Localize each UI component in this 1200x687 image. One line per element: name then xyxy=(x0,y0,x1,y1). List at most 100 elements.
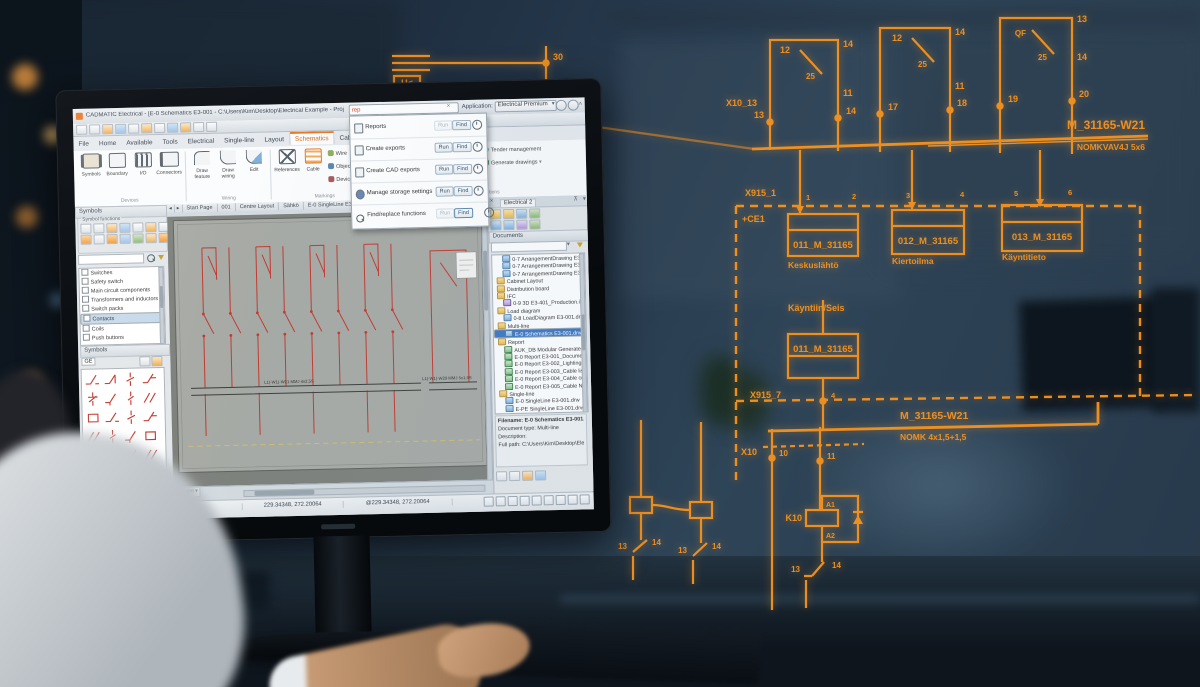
run-button[interactable]: Run xyxy=(436,186,454,196)
filter-funnel-icon[interactable] xyxy=(577,242,583,247)
ribbon-button-cable[interactable]: Cable xyxy=(300,148,327,189)
doc-toolbar-icon[interactable] xyxy=(516,220,527,230)
find-button[interactable]: Find xyxy=(452,120,471,130)
doc-tab-001[interactable]: 001 xyxy=(217,203,235,212)
tab-electrical[interactable]: Electrical xyxy=(183,136,220,148)
doc-tab-start-page[interactable]: Start Page xyxy=(182,204,217,213)
symbol-func-icon[interactable] xyxy=(81,235,92,245)
checkbox-icon[interactable] xyxy=(83,334,90,341)
symbol-search-input[interactable] xyxy=(78,253,144,264)
status-check-icon[interactable] xyxy=(580,494,590,504)
symbol-func-icon[interactable] xyxy=(106,223,117,233)
symbol-func-icon[interactable] xyxy=(132,222,143,232)
doc-toolbar-icon[interactable] xyxy=(516,209,527,219)
chevron-down-icon[interactable]: ▾ xyxy=(567,242,570,249)
history-clock-icon[interactable] xyxy=(472,120,482,130)
find-button[interactable]: Find xyxy=(453,164,472,174)
props-toolbar-icon[interactable] xyxy=(509,471,520,481)
doc-tab-sahko[interactable]: Sähkö xyxy=(279,202,304,211)
settings-button[interactable] xyxy=(568,99,579,110)
ribbon-button-wire[interactable]: Wire xyxy=(328,150,348,160)
symbol-func-icon[interactable] xyxy=(107,234,118,244)
symbol-func-icon[interactable] xyxy=(94,234,105,244)
symbol-func-icon[interactable] xyxy=(80,224,91,234)
tab-schematics[interactable]: Schematics xyxy=(289,131,335,146)
filter-funnel-icon[interactable] xyxy=(158,255,164,260)
checkbox-icon[interactable] xyxy=(82,278,89,285)
ribbon-button-boundary[interactable]: Boundary xyxy=(104,153,131,194)
search-icon[interactable] xyxy=(147,254,155,262)
drawing-canvas[interactable]: L1(-W1)-W21 MMJ 4x2,5S L1(-W1)-W29 MMJ 5… xyxy=(167,210,493,487)
history-clock-icon[interactable] xyxy=(473,142,483,152)
tab-layout[interactable]: Layout xyxy=(259,134,289,146)
props-toolbar-icon[interactable] xyxy=(535,470,546,480)
doc-toolbar-icon[interactable] xyxy=(529,219,540,229)
qat-filter-icon[interactable] xyxy=(206,122,217,132)
list-item[interactable]: Push buttons xyxy=(81,332,165,343)
props-toolbar-icon[interactable] xyxy=(522,471,533,481)
qat-open-icon[interactable] xyxy=(89,124,100,134)
status-target-icon[interactable] xyxy=(568,495,578,505)
qat-pan-icon[interactable] xyxy=(167,123,178,133)
doc-toolbar-icon[interactable] xyxy=(503,220,514,230)
ribbon-button-io[interactable]: I/O xyxy=(130,152,157,193)
qat-print-icon[interactable] xyxy=(141,123,152,133)
panel-tab-electrical-2[interactable]: Electrical 2 xyxy=(500,198,537,206)
checkbox-icon[interactable] xyxy=(82,287,89,294)
popup-item[interactable]: Find/replace functions Run Find xyxy=(352,202,488,227)
tab-available[interactable]: Available xyxy=(121,137,158,149)
ribbon-button-references[interactable]: References xyxy=(274,149,301,190)
chevron-down-icon[interactable]: ▾ xyxy=(583,196,586,203)
tab-scroll-right[interactable]: ▸ xyxy=(175,204,183,212)
checkbox-icon[interactable] xyxy=(82,296,89,303)
tab-tools[interactable]: Tools xyxy=(157,136,182,148)
symbol-func-icon[interactable] xyxy=(146,233,157,243)
checkbox-icon[interactable] xyxy=(83,315,90,322)
doc-toolbar-icon[interactable] xyxy=(529,208,540,218)
status-osnap-icon[interactable] xyxy=(520,496,530,506)
qat-zoom-icon[interactable] xyxy=(154,123,165,133)
ribbon-collapse-icon[interactable]: ˄ xyxy=(579,101,583,108)
qat-redo-icon[interactable] xyxy=(128,123,139,133)
ribbon-button-symbols[interactable]: Symbols xyxy=(78,153,105,194)
ribbon-button-draw-wiring[interactable]: Draw wiring xyxy=(215,150,242,191)
find-button[interactable]: Find xyxy=(454,208,473,218)
symbol-func-icon[interactable] xyxy=(120,234,131,244)
qat-undo-icon[interactable] xyxy=(115,124,126,134)
ribbon-button-edit-wiring[interactable]: Edit xyxy=(241,150,268,191)
status-layers-icon[interactable] xyxy=(532,495,542,505)
ribbon-button-connectors[interactable]: Connectors xyxy=(156,151,183,192)
tab-scroll-left[interactable]: ◂ xyxy=(167,205,175,213)
history-clock-icon[interactable] xyxy=(474,186,484,196)
doc-toolbar-icon[interactable] xyxy=(503,209,514,219)
symbol-settings-icon[interactable] xyxy=(151,356,162,366)
application-select[interactable]: Electrical Premium▾ xyxy=(495,100,557,112)
pin-icon[interactable]: ⊼ xyxy=(573,197,578,204)
canvas-note-box[interactable] xyxy=(456,252,477,278)
symbol-func-icon[interactable] xyxy=(133,233,144,243)
checkbox-icon[interactable] xyxy=(83,325,90,332)
tab-file[interactable]: File xyxy=(73,138,94,150)
symbol-view-icon[interactable] xyxy=(139,356,150,366)
documents-filter-input[interactable] xyxy=(491,241,567,253)
qat-grid-icon[interactable] xyxy=(193,122,204,132)
tree-item[interactable]: E-PE SingleLine E3-001.drw xyxy=(496,403,588,412)
checkbox-icon[interactable] xyxy=(81,269,88,276)
history-clock-icon[interactable] xyxy=(473,164,483,174)
symbol-func-icon[interactable] xyxy=(93,223,104,233)
scrollbar[interactable] xyxy=(158,267,165,345)
ribbon-button-draw-feature[interactable]: Draw feature xyxy=(189,151,216,192)
search-clear-icon[interactable]: × xyxy=(447,103,451,110)
ribbon-button-generate-drawings[interactable]: Generate drawings ▾ xyxy=(483,158,542,169)
status-grid-icon[interactable] xyxy=(484,496,494,506)
qat-save-icon[interactable] xyxy=(102,124,113,134)
tab-home[interactable]: Home xyxy=(94,138,122,150)
status-pen-icon[interactable] xyxy=(556,495,566,505)
run-button[interactable]: Run xyxy=(436,208,454,218)
run-button[interactable]: Run xyxy=(434,120,452,130)
checkbox-icon[interactable] xyxy=(82,305,89,312)
tab-single-line[interactable]: Single-line xyxy=(219,135,260,147)
status-ortho-icon[interactable] xyxy=(508,496,518,506)
symbol-func-icon[interactable] xyxy=(145,222,156,232)
status-filter-icon[interactable] xyxy=(544,495,554,505)
